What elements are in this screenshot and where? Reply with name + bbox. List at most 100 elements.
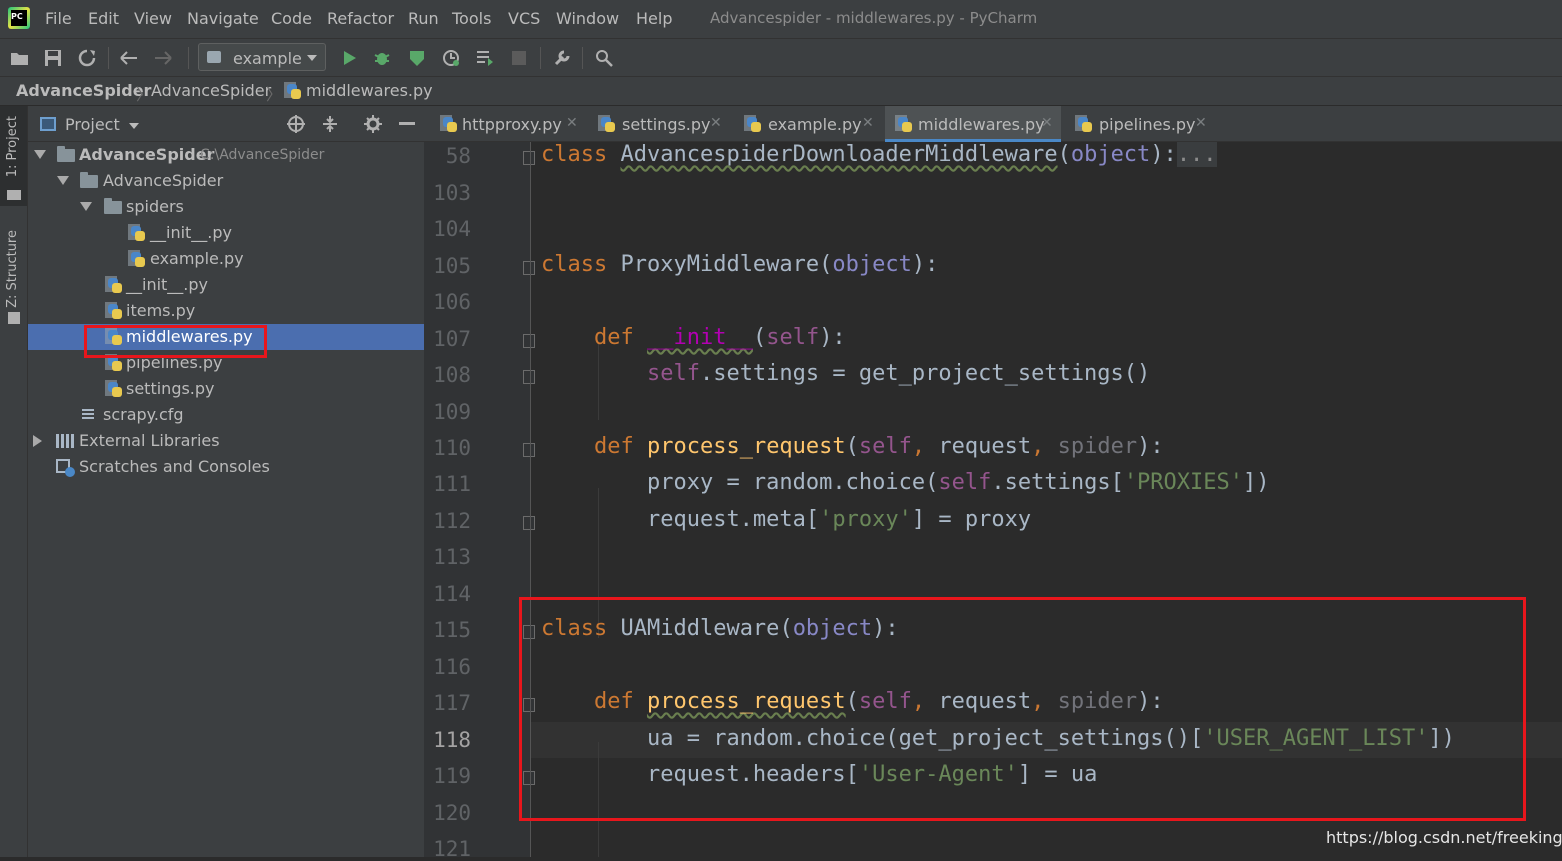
tool-window-strip: 1: Project Z: Structure [0,106,28,857]
close-icon[interactable]: ✕ [1195,115,1207,131]
line-number: 117 [433,691,471,715]
tree-item-init[interactable]: __init__.py [28,272,424,298]
line-number: 104 [433,217,471,241]
breadcrumb-package[interactable]: AdvanceSpider [151,81,271,100]
window-title: Advancespider - middlewares.py - PyCharm [710,9,1038,27]
python-file-icon [128,224,146,242]
forward-arrow-icon[interactable] [150,45,176,71]
wrench-icon[interactable] [549,45,575,71]
chevron-down-icon[interactable] [57,176,69,185]
back-arrow-icon[interactable] [116,45,142,71]
python-file-icon [598,115,616,133]
python-file-icon [744,115,762,133]
line-number: 109 [433,400,471,424]
search-icon[interactable] [591,45,617,71]
close-icon[interactable]: ✕ [710,115,722,131]
menu-view[interactable]: View [134,9,172,28]
folder-icon [7,190,21,200]
line-number: 119 [433,764,471,788]
tree-item-package[interactable]: AdvanceSpider [28,168,424,194]
menu-code[interactable]: Code [271,9,312,28]
editor-tab-bar: httpproxy.py ✕ settings.py ✕ example.py … [424,106,1562,142]
profile-icon[interactable] [438,45,464,71]
tree-item-spiders[interactable]: spiders [28,194,424,220]
tab-structure[interactable]: Z: Structure [5,230,20,308]
pycharm-logo-icon: PC [8,7,30,29]
tab-project[interactable]: 1: Project [5,116,20,177]
python-file-icon [284,82,302,100]
tree-item-example[interactable]: example.py [28,246,424,272]
tree-item-external-libraries[interactable]: External Libraries [28,428,424,454]
close-icon[interactable]: ✕ [1041,115,1053,131]
menu-navigate[interactable]: Navigate [187,9,259,28]
python-file-icon [1075,115,1093,133]
chevron-down-icon[interactable] [80,202,92,211]
chevron-down-icon[interactable] [129,123,139,129]
code-line-58: class AdvancespiderDownloaderMiddleware(… [541,142,1217,167]
line-number: 110 [433,436,471,460]
tab-middlewares[interactable]: middlewares.py ✕ [885,106,1061,142]
tree-item-items[interactable]: items.py [28,298,424,324]
locate-file-icon[interactable] [285,113,307,135]
sync-icon[interactable] [74,45,100,71]
tree-item-scratches[interactable]: Scratches and Consoles [28,454,424,480]
tree-item-root[interactable]: AdvanceSpider C:\AdvanceSpider [28,142,424,168]
menu-run[interactable]: Run [408,9,439,28]
hide-panel-icon[interactable] [396,113,418,135]
menu-edit[interactable]: Edit [88,9,119,28]
folded-code-placeholder[interactable]: ... [1176,142,1217,167]
tree-item-scrapy-cfg[interactable]: scrapy.cfg [28,402,424,428]
project-view-selector[interactable]: Project [65,115,120,134]
close-icon[interactable]: ✕ [566,115,578,131]
editor-gutter: 58 103 104 105 106 107 108 109 110 111 1… [424,142,535,861]
structure-icon [8,312,20,324]
close-icon[interactable]: ✕ [862,115,874,131]
breadcrumb-separator: 〉 [136,85,153,104]
line-number: 114 [433,582,471,606]
menu-vcs[interactable]: VCS [508,9,540,28]
folder-icon [57,146,75,162]
chevron-right-icon[interactable] [33,435,42,447]
python-file-icon [440,115,458,133]
code-line-107: def __init__(self): [593,325,846,350]
tab-settings[interactable]: settings.py ✕ [590,106,732,142]
menu-help[interactable]: Help [636,9,672,28]
line-number: 108 [433,363,471,387]
concurrency-icon[interactable] [472,45,498,71]
folder-icon [104,198,122,214]
project-icon [40,117,56,131]
line-number: 103 [433,181,471,205]
breadcrumb-project[interactable]: AdvanceSpider [16,81,151,100]
project-panel-header: Project [28,106,424,142]
collapse-all-icon[interactable] [319,113,341,135]
line-number: 58 [445,144,471,168]
python-file-icon [105,302,123,320]
menu-window[interactable]: Window [556,9,619,28]
tree-item-spiders-init[interactable]: __init__.py [28,220,424,246]
gear-icon[interactable] [362,113,384,135]
chevron-down-icon[interactable] [34,150,46,159]
line-number: 121 [433,837,471,861]
save-icon[interactable] [40,45,66,71]
main-toolbar: example [0,38,1562,76]
run-icon[interactable] [337,45,363,71]
code-line-105: class ProxyMiddleware(object): [541,252,939,277]
line-number: 107 [433,327,471,351]
line-number: 116 [433,655,471,679]
run-with-coverage-icon[interactable] [404,45,430,71]
menu-refactor[interactable]: Refactor [327,9,394,28]
menu-file[interactable]: File [45,9,72,28]
stop-icon[interactable] [506,45,532,71]
tab-httpproxy[interactable]: httpproxy.py ✕ [432,106,584,142]
run-config-select[interactable]: example [198,43,326,71]
tree-item-settings[interactable]: settings.py [28,376,424,402]
debug-icon[interactable] [369,45,395,71]
breadcrumb-file[interactable]: middlewares.py [306,81,433,100]
tab-example[interactable]: example.py ✕ [738,106,884,142]
scratches-badge-icon [65,467,75,477]
python-config-icon [207,51,221,63]
open-folder-icon[interactable] [7,45,33,71]
code-line-108: self.settings = get_project_settings() [646,361,1151,386]
tab-pipelines[interactable]: pipelines.py ✕ [1067,106,1217,142]
menu-tools[interactable]: Tools [452,9,491,28]
